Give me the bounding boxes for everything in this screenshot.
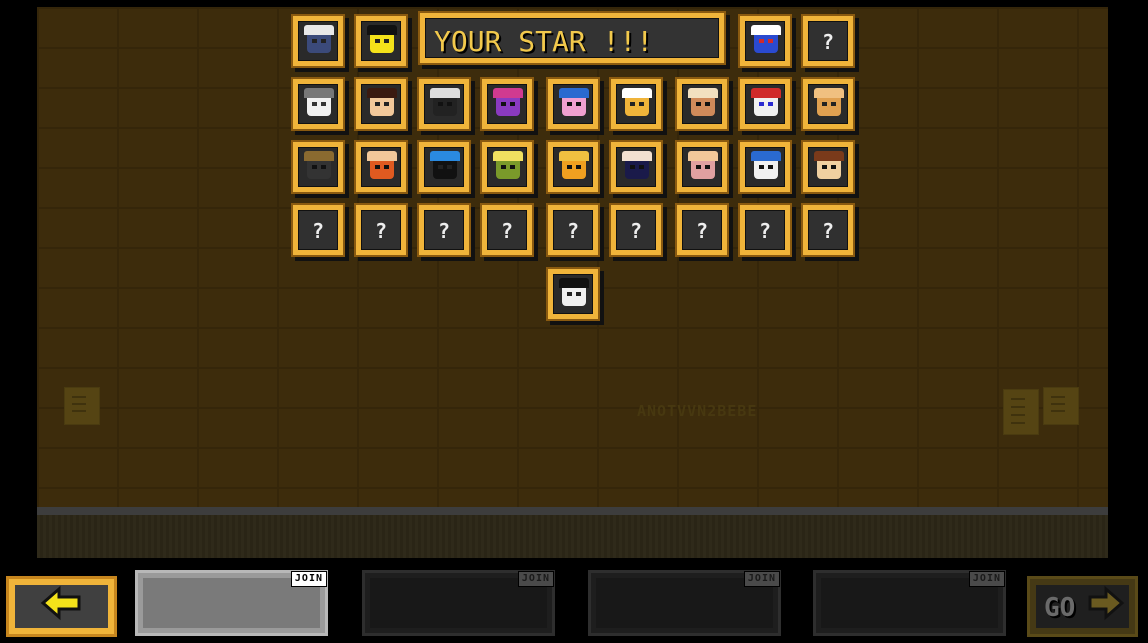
character-yellow-blob-icon bbox=[362, 22, 400, 60]
character-slot[interactable] bbox=[738, 77, 792, 131]
character-slot[interactable] bbox=[354, 14, 408, 68]
floor-edge bbox=[37, 507, 1108, 515]
character-slot[interactable] bbox=[546, 77, 600, 131]
character-ninja-cap-icon bbox=[299, 22, 337, 60]
join-badge[interactable]: JOIN bbox=[517, 571, 554, 587]
character-slot[interactable] bbox=[480, 77, 534, 131]
character-red-hair-glasses-icon bbox=[362, 148, 400, 186]
arrow-left-icon bbox=[40, 585, 81, 621]
floor bbox=[37, 515, 1108, 558]
character-slot[interactable] bbox=[546, 140, 600, 194]
character-slot[interactable] bbox=[738, 14, 792, 68]
locked-character-slot[interactable]: ? bbox=[546, 203, 600, 257]
character-pink-pig-icon bbox=[683, 148, 721, 186]
question-mark-icon: ? bbox=[695, 219, 709, 243]
wall-note bbox=[1003, 389, 1039, 435]
go-label: GO bbox=[1044, 593, 1076, 623]
character-navy-hair-icon bbox=[617, 148, 655, 186]
question-mark-icon: ? bbox=[437, 219, 451, 243]
character-black-cat-icon bbox=[425, 85, 463, 123]
player-slot-3[interactable]: JOIN bbox=[588, 570, 781, 636]
arrow-right-icon bbox=[1088, 585, 1125, 621]
character-slot[interactable] bbox=[801, 77, 855, 131]
character-panda-ghost-icon bbox=[554, 275, 592, 313]
character-green-frog-icon bbox=[488, 148, 526, 186]
question-mark-icon: ? bbox=[629, 219, 643, 243]
join-badge[interactable]: JOIN bbox=[290, 571, 327, 587]
player-slot-4[interactable]: JOIN bbox=[813, 570, 1006, 636]
question-mark-icon: ? bbox=[758, 219, 772, 243]
wall-note bbox=[1043, 387, 1079, 425]
locked-character-slot[interactable]: ? bbox=[675, 203, 729, 257]
locked-character-slot[interactable]: ? bbox=[417, 203, 471, 257]
locked-character-slot[interactable]: ? bbox=[609, 203, 663, 257]
character-purple-spiky-icon bbox=[488, 85, 526, 123]
locked-character-slot[interactable]: ? bbox=[738, 203, 792, 257]
character-white-owl-icon bbox=[746, 148, 784, 186]
character-slot[interactable] bbox=[675, 77, 729, 131]
question-mark-icon: ? bbox=[374, 219, 388, 243]
join-badge[interactable]: JOIN bbox=[968, 571, 1005, 587]
locked-character-slot[interactable]: ? bbox=[801, 14, 855, 68]
character-slot[interactable] bbox=[291, 140, 345, 194]
character-slot[interactable] bbox=[675, 140, 729, 194]
locked-character-slot[interactable]: ? bbox=[291, 203, 345, 257]
player-slot-2[interactable]: JOIN bbox=[362, 570, 555, 636]
question-mark-icon: ? bbox=[500, 219, 514, 243]
character-brown-hamster-icon bbox=[683, 85, 721, 123]
character-slot[interactable] bbox=[801, 140, 855, 194]
character-blue-bird-icon bbox=[746, 22, 784, 60]
character-tan-rabbit-icon bbox=[809, 85, 847, 123]
character-pink-goggles-icon bbox=[554, 85, 592, 123]
question-mark-icon: ? bbox=[566, 219, 580, 243]
character-slot[interactable] bbox=[417, 77, 471, 131]
character-slot[interactable] bbox=[354, 140, 408, 194]
character-slot[interactable] bbox=[291, 14, 345, 68]
character-slot[interactable] bbox=[609, 140, 663, 194]
wall-note bbox=[64, 387, 100, 425]
go-button[interactable]: GO bbox=[1027, 576, 1138, 637]
character-slot[interactable] bbox=[546, 267, 600, 321]
question-mark-icon: ? bbox=[311, 219, 325, 243]
character-slot[interactable] bbox=[417, 140, 471, 194]
character-slot[interactable] bbox=[480, 140, 534, 194]
character-orange-glasses-icon bbox=[617, 85, 655, 123]
character-blue-robot-icon bbox=[425, 148, 463, 186]
character-slot[interactable] bbox=[291, 77, 345, 131]
character-slot[interactable] bbox=[738, 140, 792, 194]
character-masked-ninja-icon bbox=[299, 148, 337, 186]
back-button[interactable] bbox=[6, 576, 117, 637]
join-badge[interactable]: JOIN bbox=[743, 571, 780, 587]
character-white-rabbit-icon bbox=[299, 85, 337, 123]
character-clown-icon bbox=[746, 85, 784, 123]
question-mark-icon: ? bbox=[821, 219, 835, 243]
character-bandana-icon bbox=[809, 148, 847, 186]
wall-sign-text: ANOTVVN2BEBE bbox=[637, 402, 758, 420]
player-slot-1[interactable]: JOIN bbox=[135, 570, 328, 636]
character-slot[interactable] bbox=[354, 77, 408, 131]
banner-title: YOUR STAR !!! bbox=[434, 25, 654, 58]
locked-character-slot[interactable]: ? bbox=[801, 203, 855, 257]
character-orange-smile-icon bbox=[554, 148, 592, 186]
locked-character-slot[interactable]: ? bbox=[480, 203, 534, 257]
character-slot[interactable] bbox=[609, 77, 663, 131]
question-mark-icon: ? bbox=[821, 30, 835, 54]
your-star-banner: YOUR STAR !!! bbox=[418, 11, 726, 65]
character-dark-hair-girl-icon bbox=[362, 85, 400, 123]
locked-character-slot[interactable]: ? bbox=[354, 203, 408, 257]
